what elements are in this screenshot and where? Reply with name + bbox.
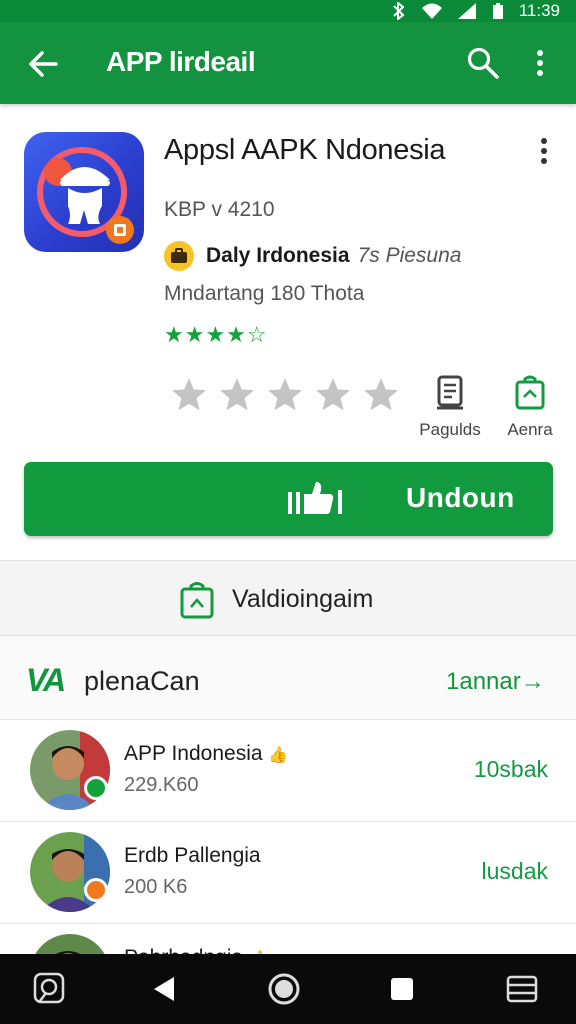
list-item[interactable]: APP Indonesia 👍 229.K60 10sbak <box>0 720 576 822</box>
section-logo: VA <box>26 662 66 698</box>
bag-icon <box>515 375 545 410</box>
app-icon <box>24 132 144 252</box>
menu-nav-icon[interactable] <box>504 971 540 1007</box>
validation-row[interactable]: Valdioingaim <box>0 560 576 636</box>
back-arrow-icon[interactable] <box>24 44 64 84</box>
developer-row[interactable]: Daly Irdonesia 7s Piesuna <box>164 240 461 272</box>
developer-subtitle: 7s Piesuna <box>357 244 462 267</box>
list-item-name: APP Indonesia 👍 <box>124 742 289 765</box>
list-item-count: 10sbak <box>473 756 548 782</box>
list-item-count: lusdak <box>481 858 548 884</box>
rate-stars[interactable] <box>170 376 400 414</box>
home-nav-icon[interactable] <box>266 971 302 1007</box>
rate-star-3-icon[interactable] <box>266 376 304 414</box>
signal-icon <box>457 3 476 19</box>
recents-nav-icon[interactable] <box>384 971 420 1007</box>
list-item-meta: 200 K6 <box>124 876 188 898</box>
pages-label: Pagulds <box>419 420 481 439</box>
install-label: Undoun <box>406 482 515 513</box>
app-bar: APP lirdeail <box>0 22 576 104</box>
status-badge <box>84 878 108 902</box>
status-time: 11:39 <box>518 1 560 20</box>
app-name: Appsl AAPK Ndonesia <box>164 134 446 166</box>
search-icon[interactable] <box>466 46 500 80</box>
document-icon <box>437 375 463 410</box>
app-bar-title: APP lirdeail <box>106 46 256 77</box>
app-more-icon[interactable] <box>534 136 554 166</box>
screen: 11:39 APP lirdeail Appsl AAPK Ndonesia K… <box>0 0 576 1024</box>
list-item-name: Erdb Pallengia <box>124 844 261 867</box>
navigation-bar <box>0 954 576 1024</box>
back-nav-icon[interactable] <box>146 971 182 1007</box>
thumbs-up-icon <box>288 482 342 514</box>
assistant-icon[interactable] <box>32 971 68 1007</box>
status-bar: 11:39 <box>0 0 576 22</box>
install-button[interactable]: Undoun <box>24 462 553 536</box>
developer-name: Daly Irdonesia <box>206 244 350 267</box>
validation-label: Valdioingaim <box>232 585 374 613</box>
developer-badge-icon <box>164 241 194 271</box>
aenra-label: Aenra <box>507 420 553 439</box>
rate-star-4-icon[interactable] <box>314 376 352 414</box>
rating-stars: ★★★★☆ <box>164 322 268 347</box>
app-version: KBP v 4210 <box>164 198 275 221</box>
online-badge <box>84 776 108 800</box>
bluetooth-icon <box>393 2 405 20</box>
shopping-bag-icon <box>180 582 214 619</box>
list-item[interactable]: Erdb Pallengia 200 K6 lusdak <box>0 822 576 924</box>
downloads-text: Mndartang 180 Thota <box>164 282 365 305</box>
thumbs-up-emoji-icon: 👍 <box>268 747 289 764</box>
app-logo-icon <box>37 147 134 244</box>
battery-icon <box>492 3 503 19</box>
wifi-icon <box>421 3 442 19</box>
section-title: plenaCan <box>84 666 200 696</box>
aenra-action[interactable]: Aenra <box>500 374 560 440</box>
pages-action[interactable]: Pagulds <box>414 374 486 440</box>
see-more-link[interactable]: 1annar→ <box>446 668 545 696</box>
list-item-meta: 229.K60 <box>124 774 199 796</box>
section-header: VA plenaCan 1annar→ <box>0 636 576 720</box>
rate-star-1-icon[interactable] <box>170 376 208 414</box>
rate-star-5-icon[interactable] <box>362 376 400 414</box>
rate-star-2-icon[interactable] <box>218 376 256 414</box>
overflow-menu-icon[interactable] <box>528 48 552 78</box>
